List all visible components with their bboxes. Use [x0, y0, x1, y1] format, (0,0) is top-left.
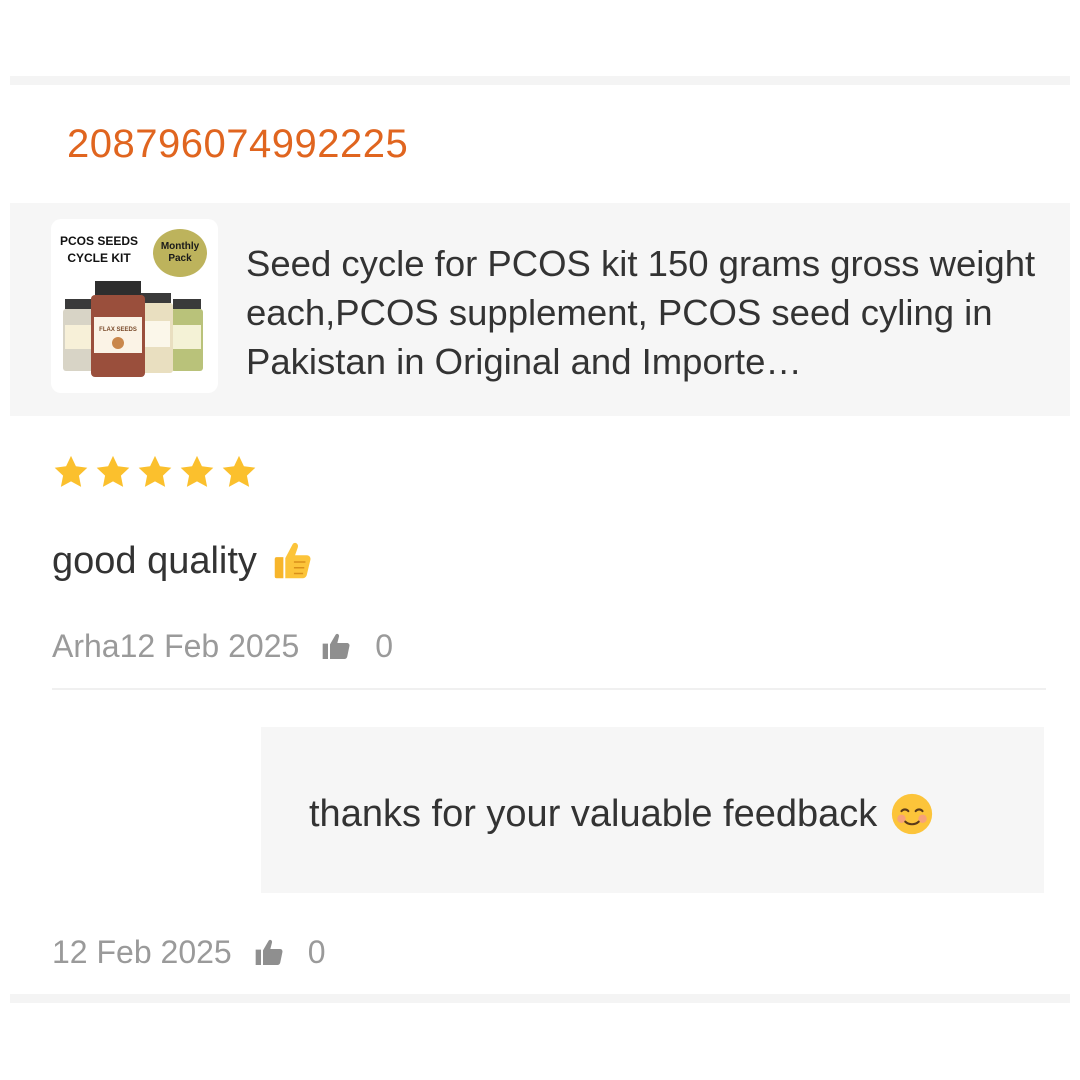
reply-like-count: 0	[307, 934, 326, 970]
star-icon	[180, 455, 214, 487]
section-divider	[52, 688, 1046, 690]
product-thumbnail[interactable]: PCOS SEEDS CYCLE KIT Monthly Pack FLAX S…	[51, 219, 218, 393]
seller-reply: thanks for your valuable feedback	[261, 727, 1044, 893]
thumbnail-pack-badge: Monthly Pack	[153, 229, 207, 277]
review-like-count: 0	[375, 628, 394, 664]
review-body: good quality	[52, 538, 315, 584]
smiling-face-emoji-icon	[892, 793, 933, 835]
review-author-date: Arha12 Feb 2025	[52, 628, 300, 664]
product-title[interactable]: Seed cycle for PCOS kit 150 grams gross …	[246, 239, 1061, 386]
reply-meta: 12 Feb 2025 0	[52, 934, 326, 971]
top-divider	[10, 76, 1070, 85]
thumbs-up-emoji-icon	[274, 542, 311, 579]
rating-stars	[52, 453, 258, 491]
bottom-divider	[10, 994, 1070, 1003]
jar-label: FLAX SEEDS	[99, 327, 137, 333]
reply-body: thanks for your valuable feedback	[309, 791, 935, 837]
star-icon	[138, 455, 172, 487]
star-icon	[96, 455, 130, 487]
review-text: good quality	[52, 539, 257, 582]
product-row[interactable]: PCOS SEEDS CYCLE KIT Monthly Pack FLAX S…	[10, 203, 1070, 416]
thumbs-up-icon[interactable]	[252, 937, 286, 969]
star-icon	[54, 455, 88, 487]
thumbnail-kit-title: PCOS SEEDS CYCLE KIT	[59, 234, 139, 265]
reply-text: thanks for your valuable feedback	[309, 792, 878, 835]
seed-jars-image: FLAX SEEDS	[63, 281, 203, 377]
order-id[interactable]: 208796074992225	[67, 122, 408, 167]
star-icon	[222, 455, 256, 487]
reply-like-group[interactable]: 0	[252, 934, 326, 971]
review-like-group[interactable]: 0	[319, 628, 393, 665]
thumbs-up-icon[interactable]	[319, 631, 353, 663]
review-meta: Arha12 Feb 2025 0	[52, 628, 393, 665]
reply-date: 12 Feb 2025	[52, 934, 232, 970]
